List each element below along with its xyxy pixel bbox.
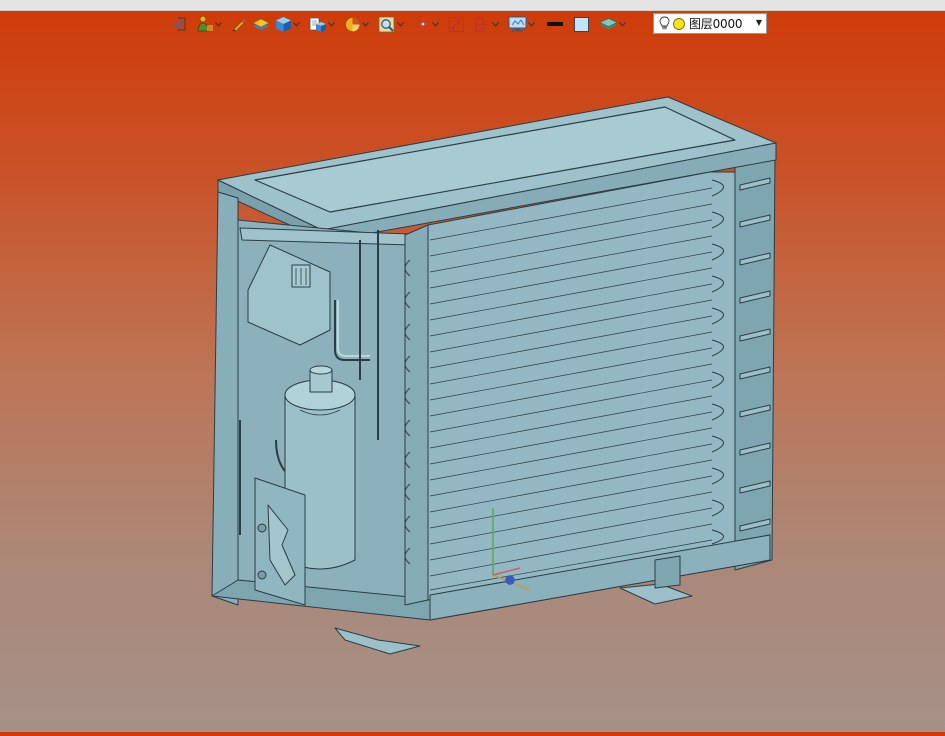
section-pie-icon bbox=[345, 16, 360, 32]
chevron-down-icon[interactable] bbox=[361, 13, 369, 35]
view-orientation-button[interactable] bbox=[196, 13, 222, 35]
axis-triad-icon bbox=[417, 18, 429, 30]
tube-sheet bbox=[404, 224, 429, 606]
document-cube-icon bbox=[309, 17, 326, 32]
right-side-frame bbox=[734, 149, 776, 571]
person-view-icon bbox=[197, 15, 213, 32]
scene-settings-button[interactable] bbox=[508, 13, 535, 35]
triad-button[interactable] bbox=[415, 13, 439, 35]
display-style-button[interactable] bbox=[309, 13, 335, 35]
dropdown-arrow-icon[interactable]: ▼ bbox=[756, 18, 762, 27]
viewport-layout-button[interactable] bbox=[474, 13, 499, 35]
line-color-button[interactable] bbox=[546, 13, 564, 35]
chevron-down-icon[interactable] bbox=[431, 13, 439, 35]
zoom-fit-icon bbox=[378, 16, 395, 32]
window-title-strip bbox=[0, 0, 945, 11]
measure-icon bbox=[448, 16, 465, 32]
left-frame bbox=[211, 191, 239, 606]
exit-sketch-icon bbox=[174, 17, 186, 31]
standard-views-button[interactable] bbox=[275, 13, 300, 35]
mounting-foot-left bbox=[334, 627, 421, 655]
solid-layer-icon bbox=[252, 18, 270, 30]
zoom-button[interactable] bbox=[378, 13, 404, 35]
layer-visible-icon[interactable] bbox=[672, 17, 686, 31]
3d-viewport[interactable] bbox=[0, 36, 945, 732]
layer-dropdown[interactable]: 图层0000 ▼ bbox=[653, 13, 767, 34]
chevron-down-icon[interactable] bbox=[327, 13, 335, 35]
measure-button[interactable] bbox=[448, 13, 465, 35]
view-toolbar bbox=[172, 12, 631, 36]
chevron-down-icon[interactable] bbox=[396, 13, 404, 35]
chevron-down-icon[interactable] bbox=[618, 13, 626, 35]
grid-view-icon bbox=[475, 16, 487, 32]
chevron-down-icon[interactable] bbox=[292, 13, 300, 35]
fill-color-button[interactable] bbox=[573, 13, 590, 35]
chevron-down-icon[interactable] bbox=[214, 13, 222, 35]
layer-stack-icon bbox=[599, 18, 618, 29]
solid-display-button[interactable] bbox=[252, 13, 270, 35]
chevron-down-icon[interactable] bbox=[527, 13, 535, 35]
line-color-icon bbox=[547, 22, 563, 26]
layer-name: 图层0000 bbox=[689, 17, 743, 31]
fill-color-icon bbox=[574, 16, 589, 32]
lightbulb-icon[interactable] bbox=[659, 16, 670, 31]
layer-manager-button[interactable] bbox=[599, 13, 626, 35]
exit-sketch-button[interactable] bbox=[172, 13, 188, 35]
sketch-pencil-button[interactable] bbox=[231, 13, 247, 35]
ac-outdoor-unit-model bbox=[211, 96, 777, 655]
section-view-button[interactable] bbox=[344, 13, 369, 35]
pencil-icon bbox=[232, 19, 246, 32]
cube-icon bbox=[276, 16, 291, 32]
monitor-display-icon bbox=[508, 16, 527, 31]
chevron-down-icon[interactable] bbox=[491, 13, 499, 35]
